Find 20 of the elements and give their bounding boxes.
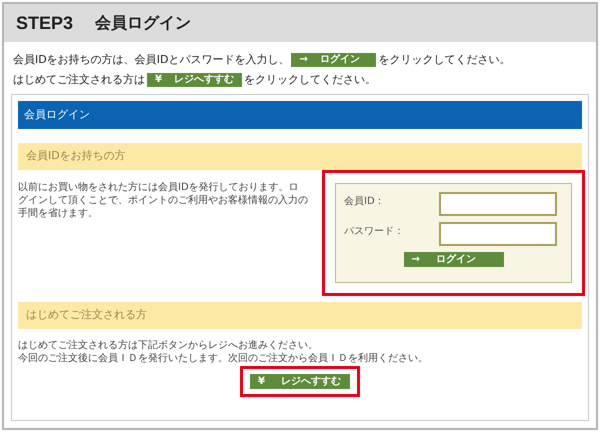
intro-text: はじめてご注文される方は (13, 73, 145, 86)
intro-text: をクリックしてください。 (378, 53, 510, 66)
guest-description: はじめてご注文される方は下記ボタンからレジへお進みください。 (18, 339, 319, 352)
intro-text: をクリックしてください。 (244, 73, 376, 86)
step-label: STEP3 (16, 12, 74, 34)
text-field[interactable] (439, 222, 557, 246)
text-field[interactable] (439, 192, 557, 216)
guest-description: 今回のご注文後に会員ＩＤを発行いたします。次回のご注文から会員ＩＤを利用ください。 (18, 352, 429, 365)
field-label: パスワード： (344, 225, 404, 239)
action-button[interactable]: ¥ レジへすすむ (250, 374, 350, 389)
inline-button[interactable]: → ログイン (291, 52, 376, 67)
inline-button[interactable]: ¥ レジへすすむ (147, 72, 242, 87)
intro-text: 会員IDをお持ちの方は、会員IDとパスワードを入力し、 (13, 53, 290, 66)
section-heading: はじめてご注文される方 (18, 302, 582, 329)
field-label: 会員ID： (344, 195, 385, 209)
step-title: 会員ログイン (95, 12, 192, 34)
member-description: 以前にお買い物をされた方には会員IDを発行しております。ログインして頂くことで、ポイントのご利用やお客様情報の入力の手間を省けます。 (18, 181, 308, 221)
panel-title: 会員ログイン (18, 101, 582, 129)
action-button[interactable]: → ログイン (404, 252, 504, 267)
section-heading: 会員IDをお持ちの方 (18, 143, 582, 170)
